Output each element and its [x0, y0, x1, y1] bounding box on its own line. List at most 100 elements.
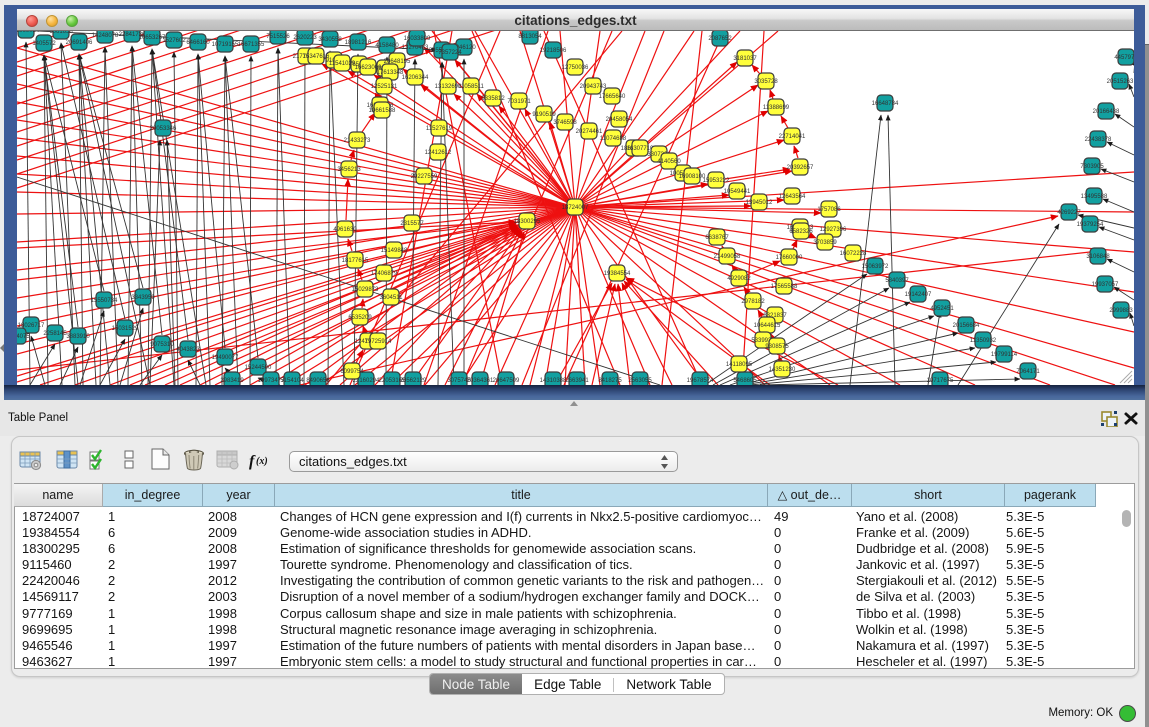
svg-text:2258145: 2258145 — [43, 331, 67, 337]
svg-text:12643564: 12643564 — [779, 194, 806, 200]
svg-text:5154104: 5154104 — [280, 378, 304, 384]
svg-text:11074688: 11074688 — [600, 136, 627, 142]
svg-text:2983419: 2983419 — [220, 378, 244, 384]
svg-text:5468605: 5468605 — [733, 378, 757, 384]
svg-text:12750036: 12750036 — [562, 65, 589, 71]
svg-text:20166438: 20166438 — [1093, 109, 1120, 115]
svg-text:11058511: 11058511 — [458, 84, 484, 90]
svg-text:1757086: 1757086 — [817, 207, 841, 213]
svg-text:20392657: 20392657 — [787, 165, 814, 171]
svg-text:19937057: 19937057 — [1092, 282, 1119, 288]
svg-text:3604511: 3604511 — [380, 295, 404, 301]
svg-text:15031529: 15031529 — [112, 326, 139, 332]
svg-text:5840397: 5840397 — [885, 278, 909, 284]
svg-text:13945012: 13945012 — [746, 200, 773, 206]
svg-text:4929082: 4929082 — [727, 276, 751, 282]
svg-text:16648784: 16648784 — [872, 101, 899, 107]
svg-text:19384554: 19384554 — [604, 271, 631, 277]
svg-text:12525131: 12525131 — [371, 84, 398, 90]
svg-text:14310388: 14310388 — [540, 378, 567, 384]
svg-text:6535209: 6535209 — [348, 315, 372, 321]
svg-text:11541029: 11541029 — [329, 61, 356, 67]
svg-text:3106848: 3106848 — [1086, 254, 1110, 260]
svg-text:3430558: 3430558 — [318, 37, 342, 43]
svg-text:6638767: 6638767 — [705, 235, 729, 241]
svg-text:7303905: 7303905 — [1080, 164, 1104, 170]
svg-text:17665640: 17665640 — [599, 94, 626, 100]
svg-text:4457975: 4457975 — [1114, 55, 1134, 61]
svg-text:10661588: 10661588 — [369, 108, 396, 114]
svg-text:4269227: 4269227 — [1057, 210, 1081, 216]
svg-text:10717675: 10717675 — [927, 378, 954, 384]
svg-text:16033809: 16033809 — [404, 36, 431, 42]
svg-text:2563055: 2563055 — [628, 378, 652, 384]
svg-text:8490656: 8490656 — [306, 378, 330, 384]
svg-text:16072228: 16072228 — [840, 251, 867, 257]
svg-text:3883910: 3883910 — [66, 334, 90, 340]
svg-text:7357224: 7357224 — [438, 50, 462, 56]
svg-text:20458054: 20458054 — [606, 117, 633, 123]
svg-text:3703859: 3703859 — [813, 240, 837, 246]
svg-text:10549441: 10549441 — [724, 189, 751, 195]
svg-text:18724007: 18724007 — [562, 205, 589, 211]
svg-text:20515263: 20515263 — [1107, 79, 1134, 85]
svg-text:9308575: 9308575 — [765, 344, 789, 350]
svg-text:11388699: 11388699 — [763, 105, 790, 111]
svg-text:3035728: 3035728 — [754, 79, 778, 85]
svg-text:6466160: 6466160 — [186, 40, 210, 46]
svg-text:20562129: 20562129 — [400, 378, 427, 384]
svg-text:9190519: 9190519 — [532, 112, 556, 118]
svg-text:4952451: 4952451 — [930, 306, 954, 312]
svg-text:7031971: 7031971 — [507, 99, 531, 105]
svg-text:20227559: 20227559 — [411, 174, 438, 180]
svg-text:20943743: 20943743 — [580, 84, 607, 90]
svg-text:21433273: 21433273 — [344, 138, 371, 144]
svg-text:15029873: 15029873 — [352, 287, 379, 293]
svg-text:20156684: 20156684 — [953, 323, 980, 329]
svg-text:19142407: 19142407 — [905, 292, 932, 298]
svg-text:20364361: 20364361 — [467, 378, 494, 384]
svg-text:3456213: 3456213 — [337, 167, 361, 173]
svg-text:15550734: 15550734 — [91, 298, 118, 304]
svg-text:2978182: 2978182 — [741, 299, 765, 305]
svg-text:17613348: 17613348 — [377, 70, 404, 76]
svg-text:4961630: 4961630 — [333, 227, 357, 233]
svg-text:2087652: 2087652 — [708, 36, 732, 42]
svg-text:19218506: 19218506 — [540, 48, 567, 54]
svg-text:1405572: 1405572 — [32, 41, 56, 47]
svg-text:15347616: 15347616 — [303, 54, 330, 60]
svg-text:22714041: 22714041 — [779, 134, 806, 140]
svg-text:14248078: 14248078 — [92, 33, 119, 39]
svg-text:18300295: 18300295 — [514, 219, 541, 225]
svg-text:2315577: 2315577 — [400, 221, 424, 227]
svg-text:(x): (x) — [256, 456, 268, 467]
svg-text:9075310: 9075310 — [150, 342, 174, 348]
svg-text:14351230: 14351230 — [769, 367, 796, 373]
svg-text:7064171: 7064171 — [1016, 369, 1040, 375]
svg-text:11350932: 11350932 — [970, 338, 997, 344]
svg-text:19799114: 19799114 — [991, 352, 1018, 358]
svg-text:9335812: 9335812 — [481, 96, 505, 102]
svg-text:15953222: 15953222 — [703, 178, 730, 184]
svg-text:19379254: 19379254 — [1077, 222, 1104, 228]
svg-text:4043823: 4043823 — [176, 347, 200, 353]
svg-text:7515526: 7515526 — [266, 34, 290, 40]
svg-text:15149848: 15149848 — [381, 248, 408, 254]
svg-text:12412612: 12412612 — [425, 150, 452, 156]
svg-text:20691406: 20691406 — [66, 40, 93, 46]
svg-text:15244500: 15244500 — [245, 365, 272, 371]
svg-text:19725914: 19725914 — [365, 339, 392, 345]
svg-text:19490077: 19490077 — [212, 355, 239, 361]
svg-text:10719155: 10719155 — [212, 42, 239, 48]
svg-text:3343959: 3343959 — [131, 295, 155, 301]
svg-text:6061658: 6061658 — [49, 31, 73, 35]
svg-text:13495588: 13495588 — [1081, 194, 1108, 200]
svg-text:4158480: 4158480 — [375, 43, 399, 49]
svg-text:8813054: 8813054 — [518, 34, 542, 40]
svg-text:12927396: 12927396 — [820, 227, 847, 233]
svg-text:19678574: 19678574 — [687, 378, 714, 384]
svg-text:15063972: 15063972 — [862, 264, 889, 270]
svg-text:22438378: 22438378 — [1085, 137, 1112, 143]
svg-text:17660000: 17660000 — [776, 255, 803, 261]
svg-text:16206344: 16206344 — [402, 75, 429, 81]
